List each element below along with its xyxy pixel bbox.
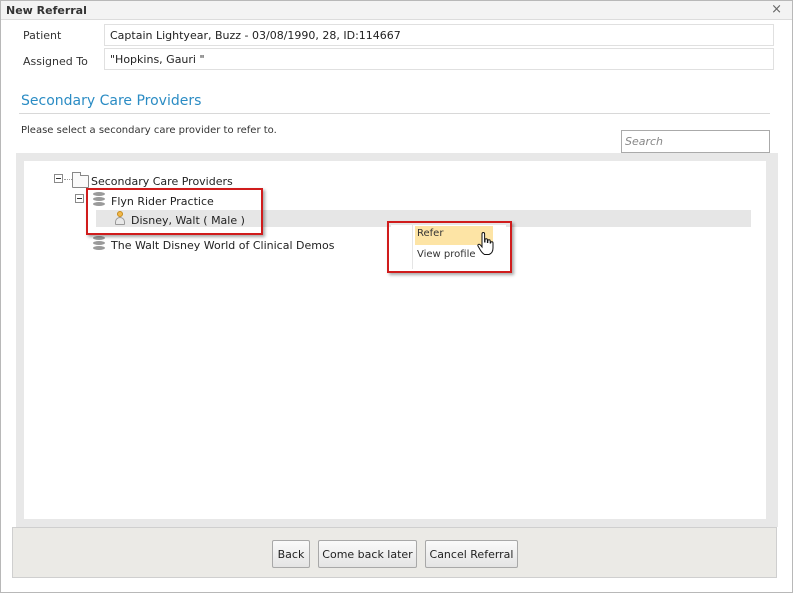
hand-cursor-icon bbox=[477, 232, 494, 255]
patient-field: Captain Lightyear, Buzz - 03/08/1990, 28… bbox=[104, 24, 774, 46]
dialog-title: New Referral bbox=[6, 4, 87, 17]
tree-root-label[interactable]: Secondary Care Providers bbox=[91, 175, 233, 188]
cancel-referral-button[interactable]: Cancel Referral bbox=[425, 540, 518, 568]
assigned-to-field: "Hopkins, Gauri " bbox=[104, 48, 774, 70]
search-input[interactable] bbox=[621, 130, 770, 153]
come-back-later-button[interactable]: Come back later bbox=[318, 540, 417, 568]
title-bar: New Referral × bbox=[1, 1, 792, 20]
close-icon[interactable]: × bbox=[771, 2, 782, 17]
collapse-toggle-icon[interactable] bbox=[54, 174, 63, 183]
section-title: Secondary Care Providers bbox=[21, 93, 202, 109]
folder-icon bbox=[72, 172, 89, 188]
tree-node-practice[interactable]: The Walt Disney World of Clinical Demos bbox=[111, 239, 334, 252]
collapse-toggle-icon[interactable] bbox=[75, 194, 84, 203]
annotation-box bbox=[86, 188, 263, 235]
database-icon bbox=[93, 236, 105, 250]
assigned-to-label: Assigned To bbox=[23, 55, 88, 68]
instruction-text: Please select a secondary care provider … bbox=[21, 125, 277, 136]
patient-label: Patient bbox=[23, 29, 62, 42]
back-button[interactable]: Back bbox=[272, 540, 310, 568]
section-divider bbox=[19, 113, 770, 114]
tree-connector bbox=[64, 179, 72, 180]
